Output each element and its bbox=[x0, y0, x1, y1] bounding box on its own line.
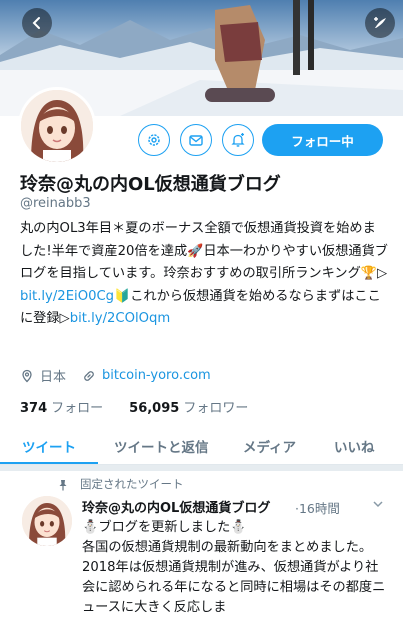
envelope-icon bbox=[189, 135, 203, 146]
pin-icon bbox=[59, 480, 67, 491]
chevron-left-icon bbox=[32, 17, 40, 29]
bio-arrow: ▷ bbox=[376, 266, 388, 282]
following-button[interactable]: フォロー中 bbox=[262, 124, 383, 156]
bell-plus-icon bbox=[231, 133, 245, 147]
avatar-illustration bbox=[21, 90, 93, 162]
beginner-emoji: 🔰 bbox=[114, 288, 131, 304]
tweet-line: 各国の仮想通貨規制の最新動向をまとめました。 bbox=[82, 540, 373, 555]
tweet-time: ·16時間 bbox=[295, 498, 340, 517]
tweet-author[interactable]: 玲奈@丸の内OL仮想通貨ブログ bbox=[82, 497, 270, 516]
compose-button[interactable] bbox=[365, 8, 395, 38]
profile-location: 日本 bbox=[40, 370, 67, 385]
profile-website[interactable]: bitcoin-yoro.com bbox=[102, 368, 211, 383]
tweet-text: ⛄ブログを更新しました⛄ 各国の仮想通貨規制の最新動向をまとめました。 2018… bbox=[82, 518, 387, 618]
rocket-emoji: 🚀 bbox=[187, 243, 204, 259]
following-label: フォロー bbox=[51, 401, 104, 416]
notifications-button[interactable] bbox=[222, 124, 254, 156]
follow-counts: 374 フォロー 56,095 フォロワー bbox=[20, 397, 248, 416]
settings-button[interactable] bbox=[138, 124, 170, 156]
gear-icon bbox=[148, 134, 160, 146]
profile-avatar[interactable] bbox=[18, 87, 96, 165]
profile-name: 玲奈@丸の内OL仮想通貨ブログ bbox=[20, 174, 281, 195]
tweet-line: 2018年は仮想通貨規制が進み、仮想通貨がより社会に認められる年になると同時に相… bbox=[82, 560, 386, 615]
message-button[interactable] bbox=[180, 124, 212, 156]
chevron-down-icon[interactable] bbox=[372, 498, 384, 510]
active-tab-indicator bbox=[0, 462, 98, 464]
bio-link-2[interactable]: bit.ly/2COlOqm bbox=[70, 311, 171, 326]
following-stat[interactable]: 374 フォロー bbox=[20, 397, 103, 416]
link-icon bbox=[82, 369, 96, 383]
pinned-label: 固定されたツイート bbox=[80, 477, 184, 491]
profile-tabs: ツイート ツイートと返信 メディア いいね bbox=[0, 428, 403, 465]
followers-count: 56,095 bbox=[129, 401, 180, 416]
profile-bio: 丸の内OL3年目＊夏のボーナス全額で仮想通貨投資を始めました!半年で資産20倍を… bbox=[20, 218, 388, 331]
avatar-illustration bbox=[22, 496, 72, 546]
compose-icon bbox=[374, 17, 386, 28]
followers-stat[interactable]: 56,095 フォロワー bbox=[129, 397, 248, 416]
tweet-time-value: 16時間 bbox=[298, 501, 340, 516]
tab-likes[interactable]: いいね bbox=[334, 436, 375, 456]
trophy-emoji: 🏆 bbox=[360, 266, 377, 282]
back-button[interactable] bbox=[22, 8, 52, 38]
tweet-line: ⛄ブログを更新しました⛄ bbox=[82, 520, 247, 535]
following-count: 374 bbox=[20, 401, 48, 416]
profile-meta: 日本 bitcoin-yoro.com bbox=[20, 366, 211, 385]
tab-tweets-replies[interactable]: ツイートと返信 bbox=[114, 436, 209, 456]
tab-tweets[interactable]: ツイート bbox=[22, 436, 76, 456]
profile-handle: @reinabb3 bbox=[20, 196, 91, 211]
followers-label: フォロワー bbox=[183, 401, 249, 416]
bio-link-1[interactable]: bit.ly/2EiO0Cg bbox=[20, 289, 114, 304]
section-divider bbox=[0, 465, 403, 471]
location-icon bbox=[20, 369, 34, 383]
tweet-avatar[interactable] bbox=[22, 496, 72, 546]
tab-media[interactable]: メディア bbox=[243, 436, 296, 456]
